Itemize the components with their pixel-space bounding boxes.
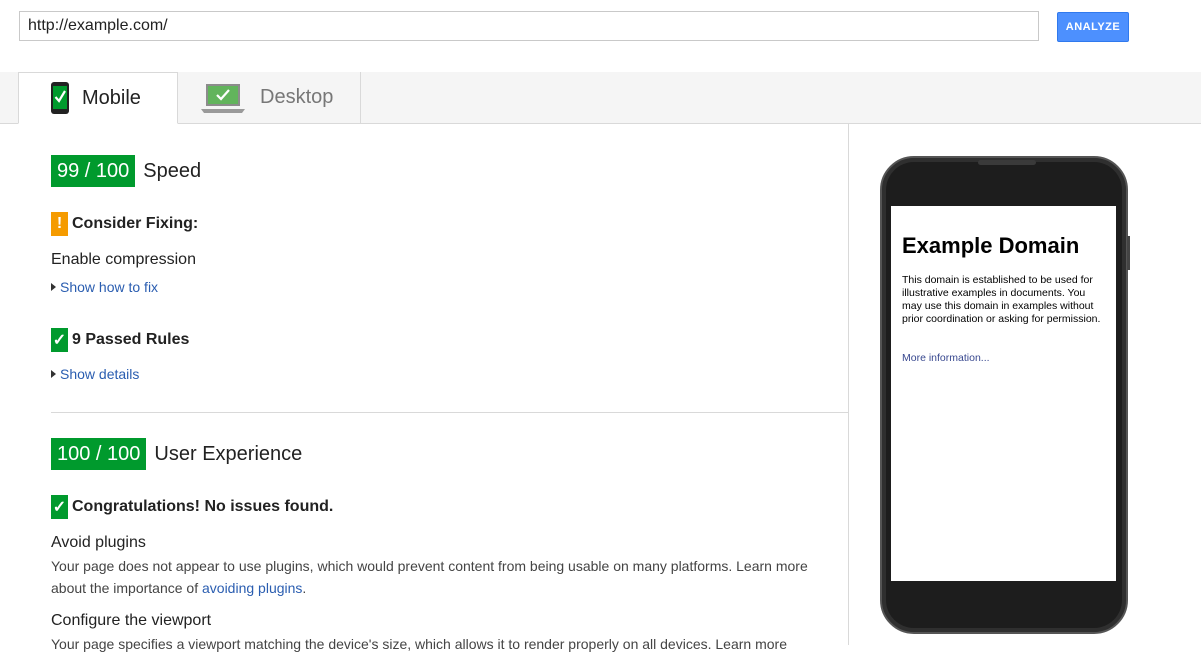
tab-mobile[interactable]: Mobile bbox=[18, 72, 178, 124]
show-details-link[interactable]: Show details bbox=[51, 366, 139, 382]
consider-fixing-heading: Consider Fixing: bbox=[72, 215, 199, 232]
expand-triangle-icon bbox=[51, 370, 56, 378]
tab-strip: Mobile Desktop bbox=[0, 72, 1201, 124]
check-icon: ✓ bbox=[51, 495, 68, 519]
phone-side-button bbox=[1127, 236, 1130, 270]
ux-label: User Experience bbox=[154, 442, 303, 465]
phone-speaker bbox=[978, 160, 1036, 165]
tab-desktop-label: Desktop bbox=[260, 86, 334, 108]
speed-label: Speed bbox=[143, 159, 202, 182]
ux-score-badge: 100 / 100 bbox=[51, 438, 147, 470]
expand-triangle-icon bbox=[51, 283, 56, 291]
consider-fixing-row: ! Consider Fixing: bbox=[51, 212, 198, 236]
avoid-plugins-period: . bbox=[302, 580, 307, 596]
mobile-check-icon bbox=[50, 81, 70, 115]
avoiding-plugins-link[interactable]: avoiding plugins bbox=[202, 580, 302, 596]
congrats-row: ✓ Congratulations! No issues found. bbox=[51, 495, 333, 519]
configure-viewport-description: Your page specifies a viewport matching … bbox=[51, 636, 787, 652]
rule-enable-compression: Enable compression bbox=[51, 251, 196, 268]
preview-heading: Example Domain bbox=[902, 233, 1080, 258]
speed-score-row: 99 / 100 Speed bbox=[51, 155, 201, 187]
phone-screen: Example Domain This domain is establishe… bbox=[891, 206, 1116, 581]
analyze-button[interactable]: ANALYZE bbox=[1057, 12, 1129, 42]
warning-icon: ! bbox=[51, 212, 68, 236]
check-icon: ✓ bbox=[51, 328, 68, 352]
show-details-label: Show details bbox=[60, 366, 140, 382]
ux-score-row: 100 / 100 User Experience bbox=[51, 438, 302, 470]
passed-rules-heading: 9 Passed Rules bbox=[72, 331, 190, 348]
url-input[interactable] bbox=[19, 11, 1039, 41]
rule-avoid-plugins: Avoid plugins bbox=[51, 534, 146, 551]
speed-score-badge: 99 / 100 bbox=[51, 155, 136, 187]
passed-rules-row: ✓ 9 Passed Rules bbox=[51, 328, 189, 352]
preview-body: This domain is established to be used fo… bbox=[902, 274, 1101, 325]
tab-desktop[interactable]: Desktop bbox=[177, 72, 361, 123]
preview-more-info-link: More information... bbox=[902, 352, 990, 364]
rule-configure-viewport: Configure the viewport bbox=[51, 612, 212, 629]
content-divider bbox=[848, 123, 849, 645]
avoid-plugins-text: Your page does not appear to use plugins… bbox=[51, 558, 808, 596]
tab-mobile-label: Mobile bbox=[82, 86, 141, 109]
desktop-check-icon bbox=[200, 82, 246, 114]
show-how-to-fix-link[interactable]: Show how to fix bbox=[51, 279, 158, 295]
avoid-plugins-description: Your page does not appear to use plugins… bbox=[51, 555, 841, 599]
congrats-heading: Congratulations! No issues found. bbox=[72, 498, 334, 515]
show-how-to-fix-label: Show how to fix bbox=[60, 279, 159, 295]
section-divider bbox=[51, 412, 848, 413]
